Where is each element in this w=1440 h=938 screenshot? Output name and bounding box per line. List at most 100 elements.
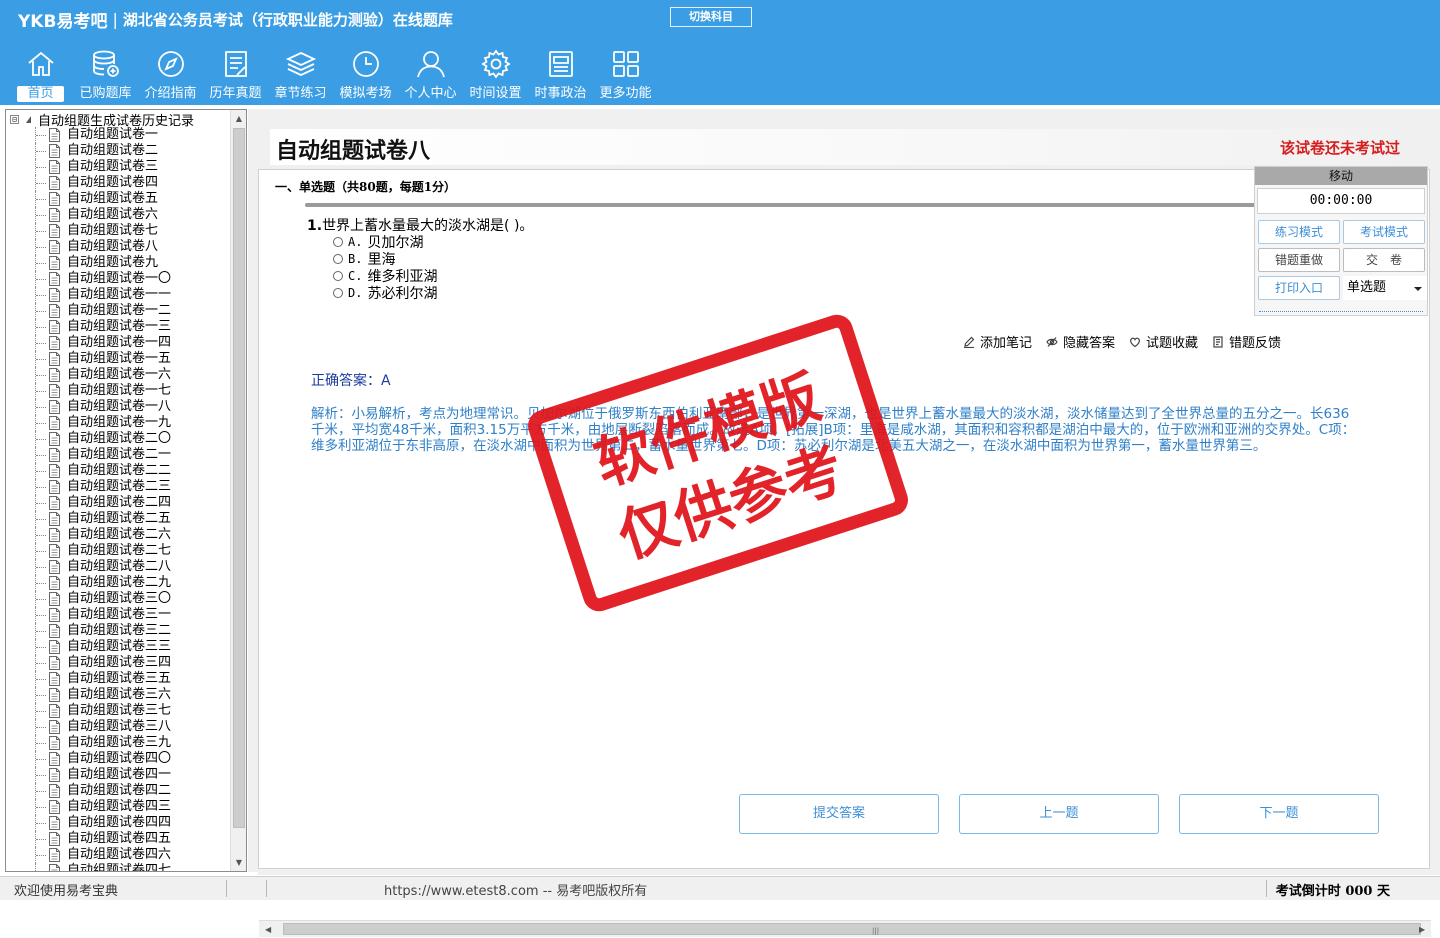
document-icon [49,816,60,830]
tree-item[interactable]: 自动组题试卷二六 [6,527,171,543]
tree-vertical-scrollbar[interactable]: ▲ ▼ [230,110,246,871]
nav-purchased[interactable]: 已购题库 [73,46,138,104]
tree-item[interactable]: 自动组题试卷二五 [6,511,171,527]
exam-mode-button[interactable]: 考试模式 [1343,220,1425,244]
tree-item[interactable]: 自动组题试卷一〇 [6,271,171,287]
option-d[interactable]: D. 苏必利尔湖 [333,284,437,302]
tree-item[interactable]: 自动组题试卷一 [6,127,171,143]
tree-item[interactable]: 自动组题试卷四六 [6,847,171,863]
nav-guide[interactable]: 介绍指南 [138,46,203,104]
document-list-icon [224,51,247,77]
tree-item[interactable]: 自动组题试卷二三 [6,479,171,495]
tree-item[interactable]: 自动组题试卷四三 [6,799,171,815]
tree-scroll-thumb[interactable] [233,128,245,828]
tree-item[interactable]: 自动组题试卷九 [6,255,171,271]
panel-splitter[interactable] [248,109,258,872]
option-c[interactable]: C. 维多利亚湖 [333,267,437,285]
tree-item[interactable]: 自动组题试卷三三 [6,639,171,655]
exam-control-panel[interactable]: 移动 00:00:00 练习模式 考试模式 错题重做 交 卷 打印入口 单选题 [1254,166,1428,316]
tree-item[interactable]: 自动组题试卷四五 [6,831,171,847]
add-note-button[interactable]: 添加笔记 [963,332,1032,351]
submit-answer-button[interactable]: 提交答案 [739,794,939,834]
tree-root[interactable]: ⊟ 自动组题生成试卷历史记录 [10,111,194,129]
nav-time-settings[interactable]: 时间设置 [463,46,528,104]
tree-item[interactable]: 自动组题试卷三〇 [6,591,171,607]
favorite-question-button[interactable]: 试题收藏 [1129,332,1198,351]
option-b[interactable]: B. 里海 [333,250,437,268]
tree-item[interactable]: 自动组题试卷三 [6,159,171,175]
switch-subject-button[interactable]: 切换科目 [670,7,752,27]
question-type-select[interactable]: 单选题 [1343,276,1427,300]
document-icon [49,304,60,318]
tree-item[interactable]: 自动组题试卷二九 [6,575,171,591]
tree-item[interactable]: 自动组题试卷一三 [6,319,171,335]
scroll-up-arrow-icon[interactable]: ▲ [231,110,246,127]
panel-slider[interactable] [1259,308,1423,312]
tree-item[interactable]: 自动组题试卷四二 [6,783,171,799]
tree-item[interactable]: 自动组题试卷四四 [6,815,171,831]
tree-item[interactable]: 自动组题试卷二二 [6,463,171,479]
tree-item[interactable]: 自动组题试卷三五 [6,671,171,687]
tree-item[interactable]: 自动组题试卷一六 [6,367,171,383]
option-a[interactable]: A. 贝加尔湖 [333,233,437,251]
error-feedback-button[interactable]: 错题反馈 [1212,332,1281,351]
tree-item[interactable]: 自动组题试卷二〇 [6,431,171,447]
hide-answer-button[interactable]: 隐藏答案 [1046,332,1115,351]
horizontal-scroll-thumb[interactable]: ||| [283,923,1421,935]
tree-item[interactable]: 自动组题试卷一四 [6,335,171,351]
practice-mode-button[interactable]: 练习模式 [1258,220,1340,244]
nav-more-features[interactable]: 更多功能 [593,46,658,104]
previous-question-button[interactable]: 上一题 [959,794,1159,834]
tree-item[interactable]: 自动组题试卷四七 [6,863,171,871]
radio-button[interactable] [333,236,343,247]
tree-item[interactable]: 自动组题试卷二 [6,143,171,159]
submit-paper-button[interactable]: 交 卷 [1343,248,1425,272]
tree-item[interactable]: 自动组题试卷四 [6,175,171,191]
tree-item[interactable]: 自动组题试卷四一 [6,767,171,783]
tree-item[interactable]: 自动组题试卷三六 [6,687,171,703]
tree-item[interactable]: 自动组题试卷一一 [6,287,171,303]
redo-wrong-button[interactable]: 错题重做 [1258,248,1340,272]
tree-item[interactable]: 自动组题试卷八 [6,239,171,255]
tree-item[interactable]: 自动组题试卷一二 [6,303,171,319]
tree-item[interactable]: 自动组题试卷二四 [6,495,171,511]
scroll-left-arrow-icon[interactable]: ◀ [265,921,271,938]
tree-item[interactable]: 自动组题试卷一五 [6,351,171,367]
document-icon [49,800,60,814]
tree-item[interactable]: 自动组题试卷一八 [6,399,171,415]
question-card: 1.世界上蓄水量最大的淡水湖是( )。 A. 贝加尔湖 B. 里海 C. 维多利亚湖 … [287,208,1389,528]
tree-item[interactable]: 自动组题试卷二八 [6,559,171,575]
tree-item[interactable]: 自动组题试卷三四 [6,655,171,671]
tree-item[interactable]: 自动组题试卷七 [6,223,171,239]
scroll-right-arrow-icon[interactable]: ▶ [1419,921,1425,938]
tree-item[interactable]: 自动组题试卷三九 [6,735,171,751]
nav-current-affairs[interactable]: 时事政治 [528,46,593,104]
tree-item[interactable]: 自动组题试卷四〇 [6,751,171,767]
print-button[interactable]: 打印入口 [1258,276,1340,300]
tree-item[interactable]: 自动组题试卷三七 [6,703,171,719]
nav-mock-exam[interactable]: 模拟考场 [333,46,398,104]
nav-chapter-practice[interactable]: 章节练习 [268,46,333,104]
next-question-button[interactable]: 下一题 [1179,794,1379,834]
radio-button[interactable] [333,253,343,264]
tree-collapse-toggle[interactable]: ⊟ [10,114,19,124]
nav-personal-center[interactable]: 个人中心 [398,46,463,104]
tree-item[interactable]: 自动组题试卷一七 [6,383,171,399]
tree-item[interactable]: 自动组题试卷六 [6,207,171,223]
radio-button[interactable] [333,287,343,298]
scroll-down-arrow-icon[interactable]: ▼ [231,854,246,871]
tree-item[interactable]: 自动组题试卷一九 [6,415,171,431]
horizontal-scrollbar[interactable]: ◀ ||| ▶ [259,920,1431,937]
tree-item[interactable]: 自动组题试卷三二 [6,623,171,639]
tree-item[interactable]: 自动组题试卷二一 [6,447,171,463]
tree-item[interactable]: 自动组题试卷五 [6,191,171,207]
panel-move-handle[interactable]: 移动 [1255,167,1427,185]
nav-past-papers[interactable]: 历年真题 [203,46,268,104]
tree-item[interactable]: 自动组题试卷三八 [6,719,171,735]
tree-item[interactable]: 自动组题试卷三一 [6,607,171,623]
tree-item[interactable]: 自动组题试卷二七 [6,543,171,559]
tool-label: 试题收藏 [1146,336,1199,351]
radio-button[interactable] [333,270,343,281]
nav-home[interactable]: 首页 [8,46,73,104]
option-key: B. [348,251,363,266]
